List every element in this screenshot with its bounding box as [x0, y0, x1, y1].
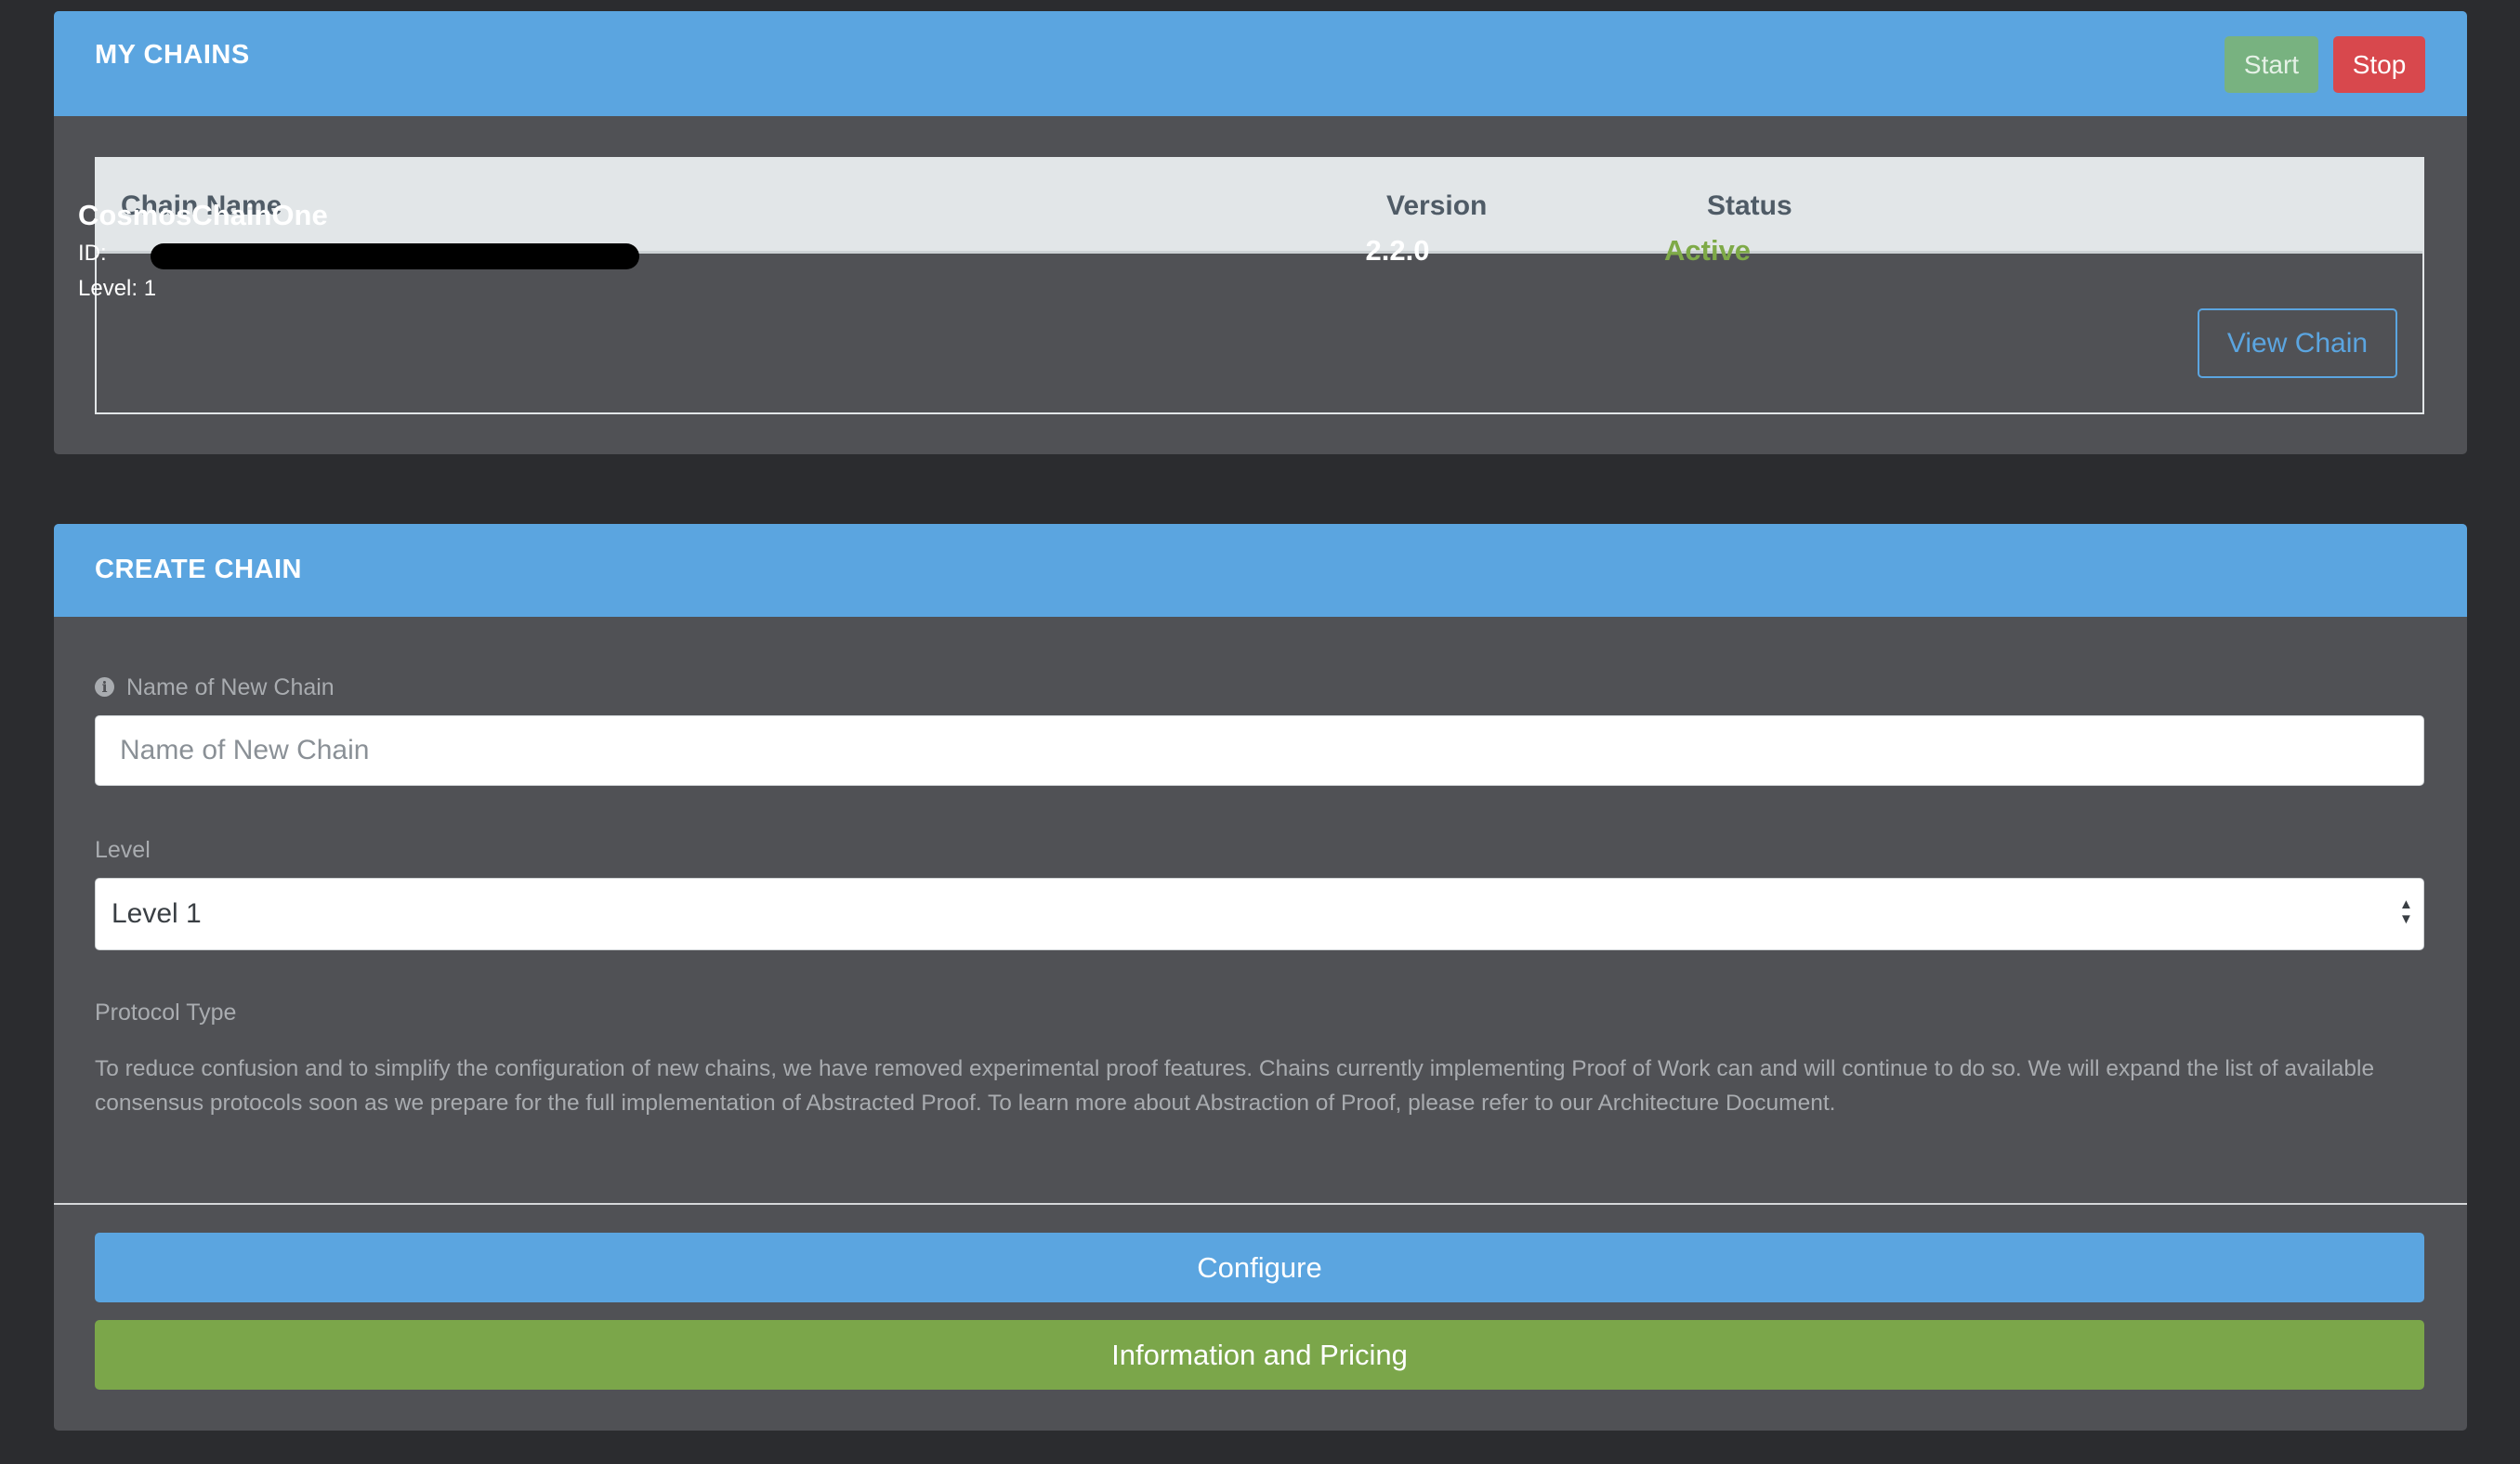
table-header-row: Chain Name Version Status — [97, 159, 2422, 254]
configure-button[interactable]: Configure — [95, 1233, 2424, 1302]
select-arrows-icon: ▲ ▼ — [2399, 896, 2413, 927]
create-chain-header: CREATE CHAIN — [54, 524, 2467, 617]
my-chains-header: MY CHAINS Start Stop — [54, 11, 2467, 116]
chain-name-input[interactable] — [95, 715, 2424, 786]
protocol-description: To reduce confusion and to simplify the … — [95, 1056, 2375, 1116]
chain-level: Level: 1 — [78, 276, 157, 301]
chain-id-redaction — [151, 243, 639, 269]
level-select[interactable]: Level 1 ▲ ▼ — [95, 878, 2424, 950]
info-icon[interactable]: i — [95, 677, 114, 697]
column-header-version: Version — [1386, 190, 1488, 221]
protocol-type-label: Protocol Type — [95, 1000, 237, 1026]
create-chain-panel: CREATE CHAIN i Name of New Chain Level L… — [54, 524, 2467, 1431]
level-label: Level — [95, 837, 151, 863]
table-row — [97, 254, 2422, 412]
chain-id-label: ID: — [78, 241, 107, 266]
view-chain-button[interactable]: View Chain — [2198, 308, 2397, 378]
stop-button[interactable]: Stop — [2333, 36, 2425, 93]
chain-version: 2.2.0 — [1365, 234, 1430, 267]
my-chains-title: MY CHAINS — [95, 40, 250, 70]
chain-status-badge: Active — [1664, 234, 1752, 267]
chain-name-label: Name of New Chain — [126, 674, 335, 700]
start-button[interactable]: Start — [2225, 36, 2318, 93]
information-and-pricing-button[interactable]: Information and Pricing — [95, 1320, 2424, 1390]
chains-table: Chain Name Version Status — [95, 157, 2424, 414]
create-chain-title: CREATE CHAIN — [95, 555, 302, 584]
chain-name: CosmosChainOne — [78, 199, 328, 231]
divider — [54, 1203, 2467, 1205]
level-select-value: Level 1 — [112, 898, 202, 929]
my-chains-panel: MY CHAINS Start Stop Chain Name Version … — [54, 11, 2467, 454]
column-header-status: Status — [1707, 190, 1792, 221]
